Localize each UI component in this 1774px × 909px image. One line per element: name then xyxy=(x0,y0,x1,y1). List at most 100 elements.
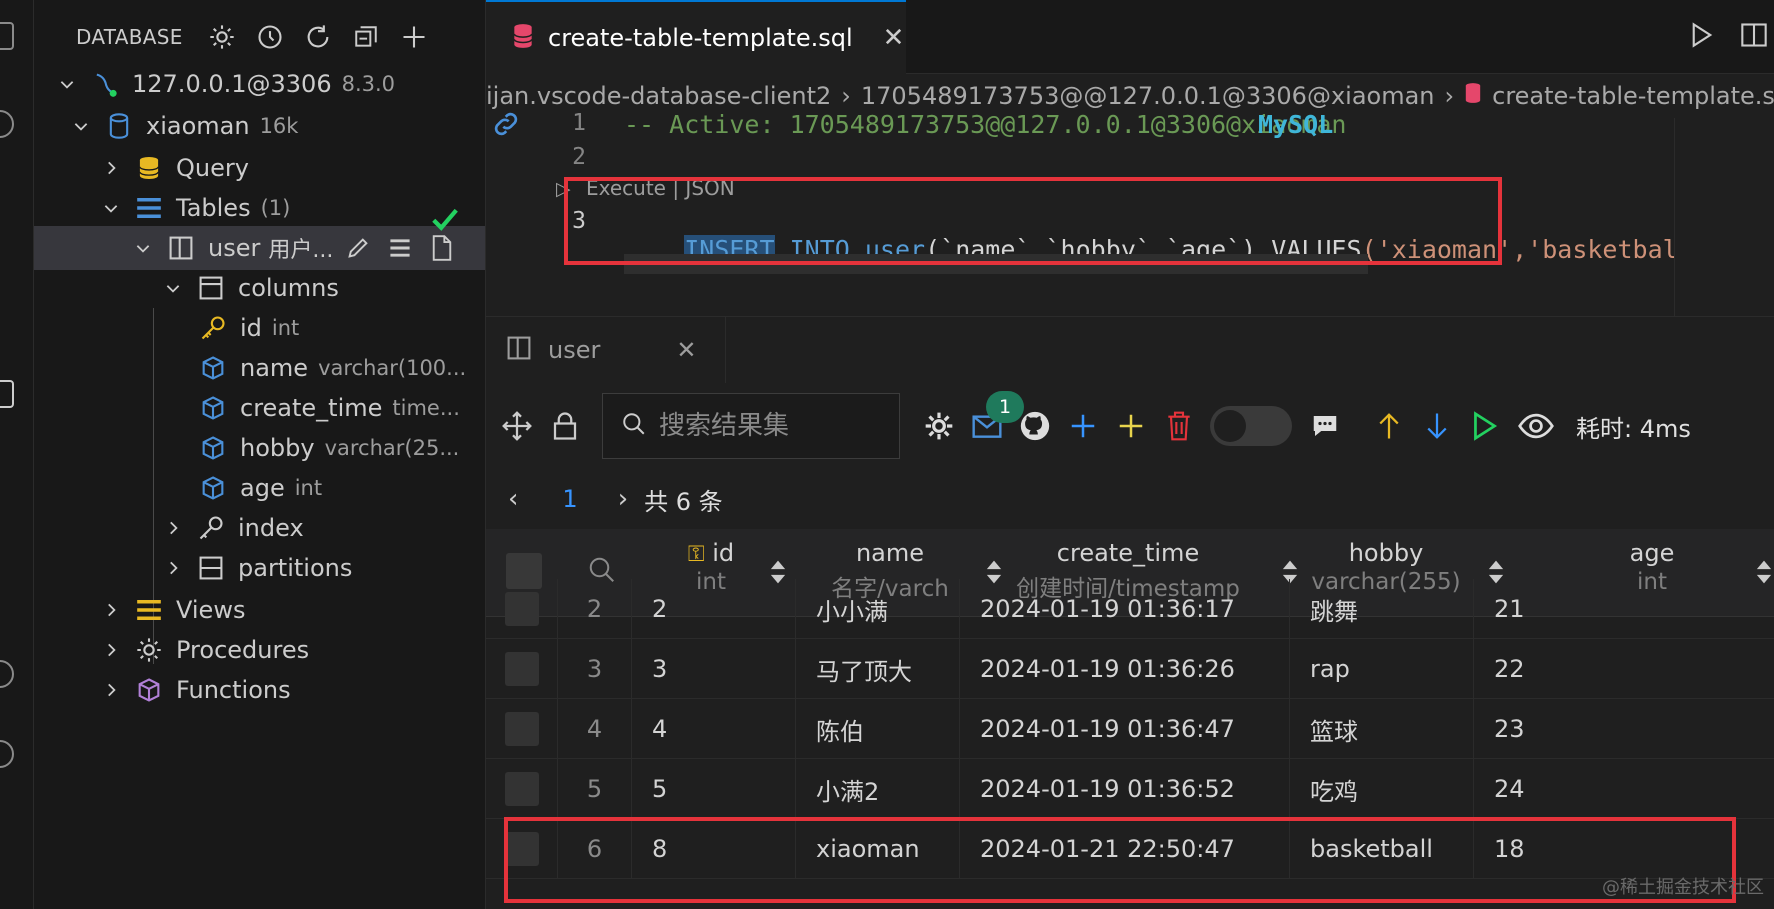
tree-procedures[interactable]: Procedures xyxy=(34,628,485,672)
query-label: Query xyxy=(176,154,249,182)
arrow-up-icon[interactable] xyxy=(1372,409,1406,443)
cell-name[interactable]: 陈伯 xyxy=(796,699,960,759)
cell-hobby[interactable]: 跳舞 xyxy=(1290,579,1474,639)
row-checkbox[interactable] xyxy=(504,592,539,626)
list-icon[interactable] xyxy=(385,233,415,263)
tree-column-age[interactable]: age int xyxy=(34,466,485,510)
cell-hobby[interactable]: rap xyxy=(1290,639,1474,699)
close-icon[interactable]: ✕ xyxy=(676,336,696,364)
chevron-right-icon[interactable]: › xyxy=(618,484,628,514)
cell-hobby[interactable]: 吃鸡 xyxy=(1290,759,1474,819)
refresh-icon[interactable] xyxy=(303,22,333,52)
breadcrumb-item[interactable]: create-table-template.sql xyxy=(1492,82,1774,110)
cell-id[interactable]: 5 xyxy=(632,759,796,819)
breadcrumb-item[interactable]: ijan.vscode-database-client2 xyxy=(486,82,831,110)
tree-column-name[interactable]: name varchar(100... xyxy=(34,346,485,390)
tree-column-create-time[interactable]: create_time time... xyxy=(34,386,485,430)
cell-name[interactable]: 小满2 xyxy=(796,759,960,819)
partitions-icon xyxy=(196,553,226,583)
column-header-name: name xyxy=(855,539,925,567)
row-checkbox[interactable] xyxy=(504,712,539,746)
cell-create-time[interactable]: 2024-01-19 01:36:47 xyxy=(960,699,1290,759)
tree-database[interactable]: xiaoman 16k xyxy=(34,104,485,148)
cell-id[interactable]: 2 xyxy=(632,579,796,639)
tree-column-id[interactable]: id int xyxy=(34,306,485,350)
minimap[interactable] xyxy=(1674,118,1774,316)
chevron-right-icon: › xyxy=(841,82,851,110)
split-editor-icon[interactable] xyxy=(1740,21,1768,53)
editor-tab-active[interactable]: create-table-template.sql ✕ xyxy=(486,0,906,74)
tree-functions[interactable]: Functions xyxy=(34,668,485,712)
tree-column-hobby[interactable]: hobby varchar(25... xyxy=(34,426,485,470)
pagination: ‹ 1 › 共 6 条 xyxy=(486,469,723,529)
tree-tables[interactable]: Tables (1) xyxy=(34,186,485,230)
table-row[interactable]: 3 3 马了顶大 2024-01-19 01:36:26 rap 22 xyxy=(486,639,1774,699)
comment-icon[interactable] xyxy=(1308,409,1342,443)
delete-trash-icon[interactable] xyxy=(1162,409,1196,443)
cell-hobby[interactable]: 篮球 xyxy=(1290,699,1474,759)
chevron-left-icon[interactable]: ‹ xyxy=(508,484,518,514)
editor-tab-bar: create-table-template.sql ✕ xyxy=(486,0,1774,74)
search-box[interactable] xyxy=(602,393,900,459)
close-icon[interactable]: ✕ xyxy=(883,23,905,53)
cell-id[interactable]: 4 xyxy=(632,699,796,759)
tree-connection[interactable]: 127.0.0.1@3306 8.3.0 xyxy=(34,62,485,106)
column-type: int xyxy=(294,476,323,500)
table-row[interactable]: 4 4 陈伯 2024-01-19 01:36:47 篮球 23 xyxy=(486,699,1774,759)
cell-age[interactable]: 21 xyxy=(1474,579,1774,639)
run-play-icon[interactable] xyxy=(1690,22,1714,52)
settings-gear-icon[interactable] xyxy=(922,409,956,443)
add-row-icon[interactable] xyxy=(1066,409,1100,443)
settings-gear-icon[interactable] xyxy=(0,740,14,768)
cell-name[interactable]: 马了顶大 xyxy=(796,639,960,699)
database-activity-icon[interactable] xyxy=(0,380,14,408)
table-row[interactable]: 5 5 小满2 2024-01-19 01:36:52 吃鸡 24 xyxy=(486,759,1774,819)
add-column-icon[interactable] xyxy=(1114,409,1148,443)
results-tab[interactable]: user ✕ xyxy=(486,317,726,383)
column-header-name: create_time xyxy=(1056,539,1200,567)
github-icon[interactable] xyxy=(1018,409,1052,443)
cell-name[interactable]: 小小满 xyxy=(796,579,960,639)
cell-id[interactable]: 3 xyxy=(632,639,796,699)
mail-icon[interactable]: 1 xyxy=(970,391,1024,443)
column-header-name: hobby xyxy=(1348,539,1424,567)
key-outline-icon xyxy=(196,513,226,543)
tree-index[interactable]: index xyxy=(34,506,485,550)
cell-age[interactable]: 22 xyxy=(1474,639,1774,699)
tree-partitions[interactable]: partitions xyxy=(34,546,485,590)
cell-create-time[interactable]: 2024-01-19 01:36:17 xyxy=(960,579,1290,639)
tree-views[interactable]: Views xyxy=(34,588,485,632)
tree-query[interactable]: Query xyxy=(34,146,485,190)
collapse-all-icon[interactable] xyxy=(351,22,381,52)
search-input[interactable] xyxy=(659,411,879,441)
row-checkbox[interactable] xyxy=(504,772,539,806)
cell-age[interactable]: 24 xyxy=(1474,759,1774,819)
table-row[interactable]: 2 2 小小满 2024-01-19 01:36:17 跳舞 21 xyxy=(486,579,1774,639)
search-activity-icon[interactable] xyxy=(0,110,14,138)
eye-icon[interactable] xyxy=(1516,409,1556,443)
sidebar-title: DATABASE xyxy=(76,25,183,49)
cell-create-time[interactable]: 2024-01-19 01:36:26 xyxy=(960,639,1290,699)
source-control-icon[interactable] xyxy=(0,200,14,228)
account-icon[interactable] xyxy=(0,660,14,688)
lock-icon[interactable] xyxy=(548,409,582,443)
run-play-icon[interactable] xyxy=(1468,409,1502,443)
edit-pencil-icon[interactable] xyxy=(343,233,373,263)
tree-table-user[interactable]: user 用户... xyxy=(34,226,485,270)
run-debug-icon[interactable] xyxy=(0,290,14,318)
breadcrumb-item[interactable]: 1705489173753@@127.0.0.1@3306@xiaoman xyxy=(861,82,1435,110)
tree-columns[interactable]: columns xyxy=(34,266,485,310)
cell-create-time[interactable]: 2024-01-19 01:36:52 xyxy=(960,759,1290,819)
gear-icon[interactable] xyxy=(207,22,237,52)
row-checkbox[interactable] xyxy=(504,652,539,686)
code-editor[interactable]: 1 -- Active: 1705489173753@@127.0.0.1@33… xyxy=(432,110,1774,316)
cell-age[interactable]: 23 xyxy=(1474,699,1774,759)
current-page[interactable]: 1 xyxy=(562,485,577,513)
add-connection-icon[interactable] xyxy=(399,22,429,52)
toggle-switch[interactable] xyxy=(1210,406,1292,446)
history-icon[interactable] xyxy=(255,22,285,52)
explorer-icon[interactable] xyxy=(0,22,14,50)
arrow-down-icon[interactable] xyxy=(1420,409,1454,443)
link-icon[interactable] xyxy=(490,108,522,144)
move-icon[interactable] xyxy=(500,409,534,443)
